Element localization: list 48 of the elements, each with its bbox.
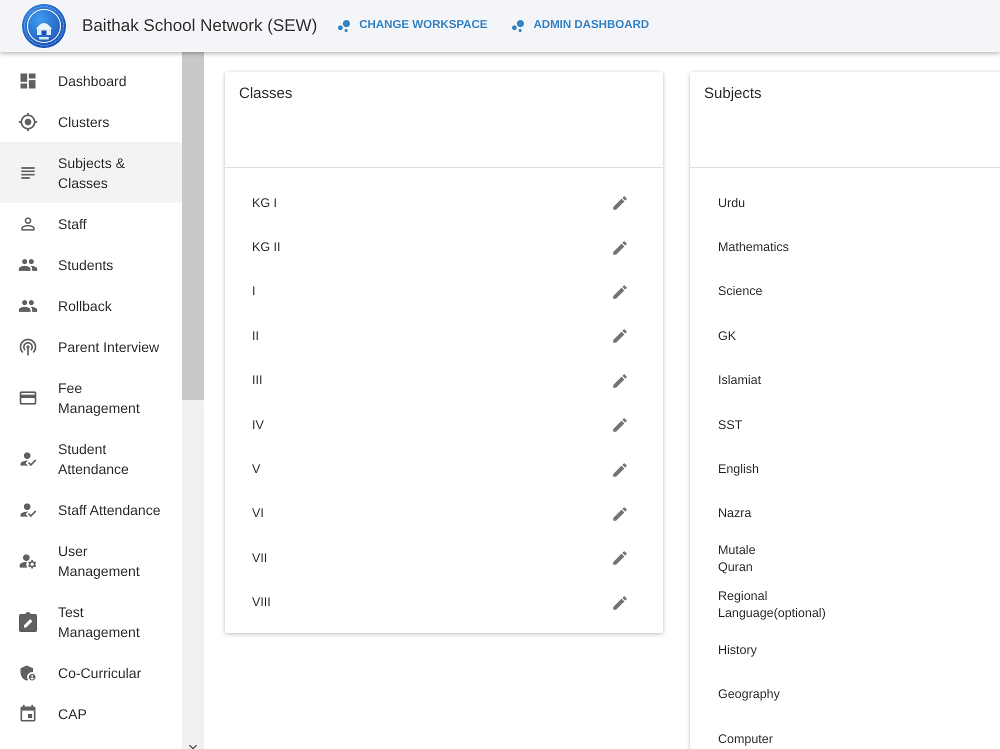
calendar-icon (18, 704, 38, 724)
subject-label: Mutale Quran (718, 542, 756, 576)
subject-label: Computer (718, 730, 773, 748)
subject-label: SST (718, 416, 742, 434)
class-label: VII (252, 550, 268, 567)
antenna-icon (18, 336, 38, 356)
sidebar-item[interactable]: Subjects & Classes (0, 142, 182, 203)
class-label: IV (252, 416, 264, 434)
pencil-edit-icon[interactable] (611, 416, 629, 434)
pencil-edit-icon[interactable] (611, 194, 629, 212)
class-label: I (252, 283, 256, 300)
class-label: II (252, 328, 259, 345)
shield-person-icon (18, 662, 38, 682)
subject-label: GK (718, 328, 736, 345)
nav-link[interactable]: CHANGE WORKSPACE (335, 17, 488, 35)
subject-label: Geography (718, 686, 780, 704)
subject-label: Mathematics (718, 239, 789, 256)
scrollbar-thumb[interactable] (182, 52, 204, 400)
pencil-edit-icon[interactable] (611, 372, 629, 390)
subject-label: Urdu (718, 194, 746, 212)
pencil-edit-icon[interactable] (611, 238, 629, 257)
subject-label: History (718, 642, 757, 659)
class-label: III (252, 372, 262, 390)
class-label: V (252, 461, 260, 478)
card-title: Subjects (704, 85, 762, 102)
subject-label: English (718, 461, 759, 478)
dashboard-icon (18, 70, 38, 90)
pencil-edit-icon[interactable] (611, 504, 629, 523)
subject-label: Regional Language(optional) (718, 588, 826, 622)
class-label: VIII (252, 594, 271, 612)
card-title: Classes (239, 85, 292, 102)
scrollbar[interactable] (182, 52, 204, 749)
subject-label: Islamiat (718, 372, 762, 390)
app-title: Baithak School Network (SEW) (82, 15, 318, 37)
clipboard-pencil-icon (18, 612, 38, 632)
pencil-edit-icon[interactable] (611, 594, 629, 612)
pencil-edit-icon[interactable] (611, 327, 629, 346)
target-icon (18, 112, 38, 132)
class-label: KG II (252, 239, 280, 256)
subject-label: Science (718, 283, 762, 300)
pencil-edit-icon[interactable] (611, 282, 629, 301)
pencil-edit-icon[interactable] (611, 460, 629, 479)
class-label: VI (252, 505, 264, 522)
nav-link[interactable]: ADMIN DASHBOARD (509, 17, 650, 35)
pencil-edit-icon[interactable] (611, 549, 629, 568)
class-label: KG I (252, 194, 278, 212)
subject-label: Nazra (718, 505, 752, 522)
emblem-logo (22, 4, 66, 48)
